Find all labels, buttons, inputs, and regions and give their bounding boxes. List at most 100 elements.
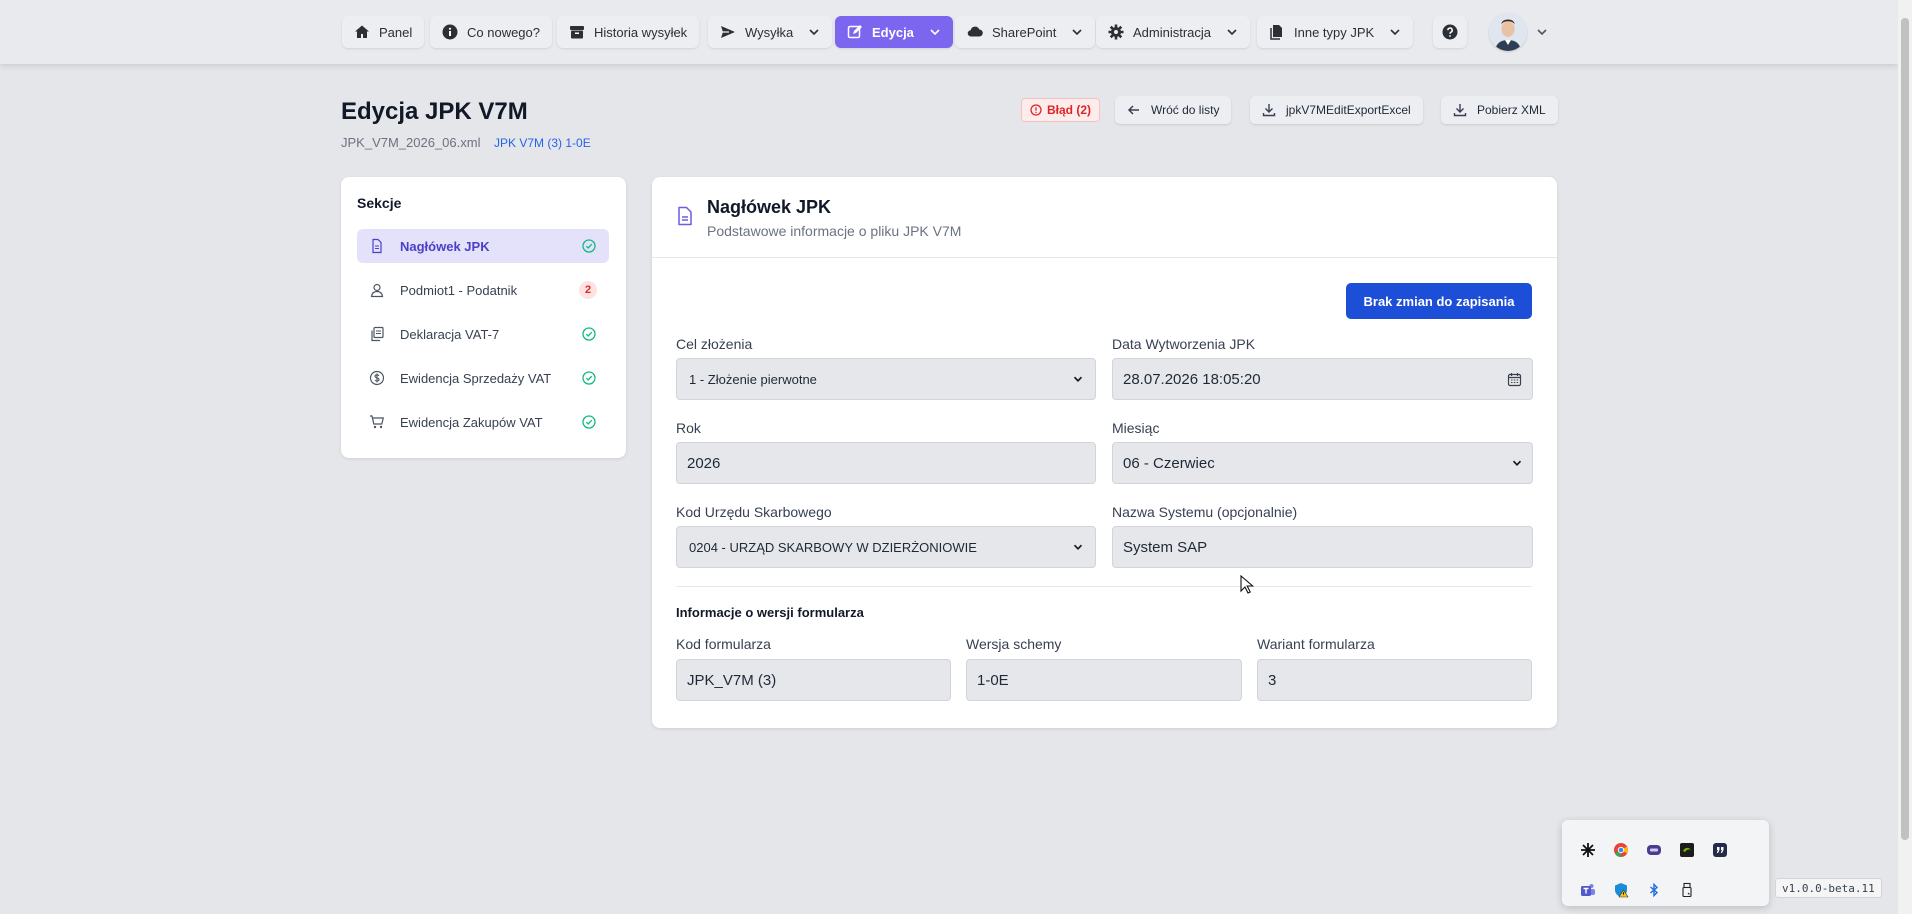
error-count-badge: 2 [579, 281, 597, 299]
nav-administracja[interactable]: Administracja [1096, 16, 1251, 48]
bluetooth-icon[interactable] [1646, 882, 1662, 898]
chrome-icon[interactable] [1613, 842, 1629, 858]
export-excel-button[interactable]: jpkV7MEditExportExcel [1250, 96, 1423, 124]
help-button[interactable] [1433, 16, 1467, 48]
download-icon [1453, 103, 1467, 117]
scrollbar-thumb[interactable] [1901, 18, 1909, 840]
wersja-schemy-value: 1-0E [977, 671, 1009, 689]
cel-zlozenia-select[interactable]: 1 - Złożenie pierwotne [676, 358, 1096, 400]
kod-formularza-input[interactable]: JPK_V7M (3) [676, 659, 951, 701]
chevron-down-icon [1389, 26, 1401, 38]
nav-co-nowego[interactable]: Co nowego? [430, 16, 552, 48]
page-scrollbar[interactable] [1898, 0, 1912, 914]
error-badge[interactable]: Błąd (2) [1021, 98, 1101, 122]
wariant-formularza-input[interactable]: 3 [1257, 659, 1532, 701]
back-to-list-button[interactable]: Wróć do listy [1115, 96, 1232, 124]
chevron-down-icon [1073, 542, 1083, 552]
sidebar-item-ewidencja-sprzedazy[interactable]: Ewidencja Sprzedaży VAT [357, 361, 609, 395]
question-icon [1442, 24, 1458, 40]
nav-inne-typy-jpk-label: Inne typy JPK [1294, 24, 1375, 40]
nvidia-icon[interactable] [1679, 842, 1695, 858]
arrow-left-icon [1127, 103, 1141, 117]
miesiac-select[interactable]: 06 - Czerwiec [1112, 442, 1533, 484]
cart-icon [369, 414, 385, 430]
quote-app-icon[interactable] [1712, 842, 1728, 858]
sections-sidebar: Sekcje Nagłówek JPK Podmiot1 - Podatnik … [341, 177, 626, 458]
asterisk-app-icon[interactable] [1580, 842, 1596, 858]
app-badge-icon[interactable] [1646, 842, 1662, 858]
chevron-down-icon [1512, 458, 1522, 468]
user-menu-chevron-icon[interactable] [1536, 26, 1548, 38]
file-name: JPK_V7M_2026_06.xml [341, 135, 481, 150]
user-icon [369, 282, 385, 298]
chevron-down-icon [929, 26, 941, 38]
export-excel-label: jpkV7MEditExportExcel [1286, 103, 1411, 117]
usb-drive-icon[interactable] [1679, 882, 1695, 898]
check-circle-icon [581, 370, 597, 386]
check-circle-icon [581, 414, 597, 430]
nav-co-nowego-label: Co nowego? [467, 24, 540, 40]
sidebar-item-label: Podmiot1 - Podatnik [400, 282, 518, 298]
nav-panel-label: Panel [379, 24, 413, 40]
app-version-label: v1.0.0-beta.11 [1775, 878, 1882, 898]
kod-urzedu-label: Kod Urzędu Skarbowego [676, 504, 832, 520]
kod-urzedu-select[interactable]: 0204 - URZĄD SKARBOWY W DZIERŻONIOWIE [676, 526, 1096, 568]
download-xml-label: Pobierz XML [1477, 103, 1546, 117]
wariant-formularza-value: 3 [1268, 671, 1277, 689]
top-navigation-bar: Panel Co nowego? Historia wysyłek Wysyłk… [0, 0, 1898, 64]
nav-sharepoint[interactable]: SharePoint [955, 16, 1096, 48]
kod-formularza-value: JPK_V7M (3) [687, 671, 777, 689]
sidebar-item-label: Deklaracja VAT-7 [400, 326, 500, 342]
cel-zlozenia-label: Cel złożenia [676, 336, 753, 352]
chevron-down-icon [1226, 26, 1238, 38]
sidebar-title: Sekcje [357, 195, 402, 211]
nav-inne-typy-jpk[interactable]: Inne typy JPK [1257, 16, 1414, 48]
rok-input[interactable]: 2026 [676, 442, 1096, 484]
files-icon [1269, 24, 1285, 40]
card-header: Nagłówek JPK Podstawowe informacje o pli… [652, 177, 1557, 258]
chevron-down-icon [1073, 374, 1083, 384]
data-wytworzenia-input[interactable]: 28.07.2026 18:05:20 [1112, 358, 1533, 400]
check-circle-icon [581, 326, 597, 342]
defender-warning-icon[interactable] [1613, 882, 1629, 898]
nazwa-systemu-value: System SAP [1123, 538, 1208, 556]
kod-urzedu-value: 0204 - URZĄD SKARBOWY W DZIERŻONIOWIE [689, 539, 977, 555]
data-wytworzenia-value: 28.07.2026 18:05:20 [1123, 370, 1261, 388]
file-icon [676, 206, 694, 226]
download-icon [1262, 103, 1276, 117]
documents-icon [369, 326, 385, 342]
sidebar-item-podmiot1[interactable]: Podmiot1 - Podatnik 2 [357, 273, 609, 307]
sidebar-item-ewidencja-zakupow[interactable]: Ewidencja Zakupów VAT [357, 405, 609, 439]
sidebar-item-naglowek-jpk[interactable]: Nagłówek JPK [357, 229, 609, 263]
section-card: Nagłówek JPK Podstawowe informacje o pli… [652, 177, 1557, 728]
card-title: Nagłówek JPK [707, 197, 832, 217]
section-divider [676, 586, 1532, 587]
sidebar-item-deklaracja-vat7[interactable]: Deklaracja VAT-7 [357, 317, 609, 351]
nav-panel[interactable]: Panel [342, 16, 425, 48]
wersja-schemy-label: Wersja schemy [966, 636, 1062, 652]
back-to-list-label: Wróć do listy [1151, 103, 1220, 117]
nav-edycja[interactable]: Edycja [835, 16, 953, 48]
version-tag: JPK V7M (3) 1-0E [494, 136, 591, 150]
archive-icon [569, 24, 585, 40]
nav-administracja-label: Administracja [1133, 24, 1212, 40]
download-xml-button[interactable]: Pobierz XML [1441, 96, 1558, 124]
chevron-down-icon [808, 26, 820, 38]
cloud-icon [967, 24, 983, 40]
system-tray-overflow [1562, 820, 1769, 906]
user-avatar[interactable] [1489, 13, 1527, 51]
file-icon [369, 238, 385, 254]
calendar-icon[interactable] [1507, 372, 1522, 387]
nav-wysylka[interactable]: Wysyłka [708, 16, 833, 48]
mouse-cursor-icon [1240, 574, 1255, 595]
miesiac-value: 06 - Czerwiec [1123, 454, 1215, 472]
sidebar-item-label: Ewidencja Sprzedaży VAT [400, 370, 552, 386]
teams-icon[interactable] [1580, 882, 1596, 898]
chevron-down-icon [1071, 26, 1083, 38]
nazwa-systemu-input[interactable]: System SAP [1112, 526, 1533, 568]
nazwa-systemu-label: Nazwa Systemu (opcjonalnie) [1112, 504, 1298, 520]
rok-value: 2026 [687, 454, 721, 472]
nav-historia-wysylek[interactable]: Historia wysyłek [557, 16, 700, 48]
save-button[interactable]: Brak zmian do zapisania [1346, 283, 1532, 319]
wersja-schemy-input[interactable]: 1-0E [966, 659, 1242, 701]
